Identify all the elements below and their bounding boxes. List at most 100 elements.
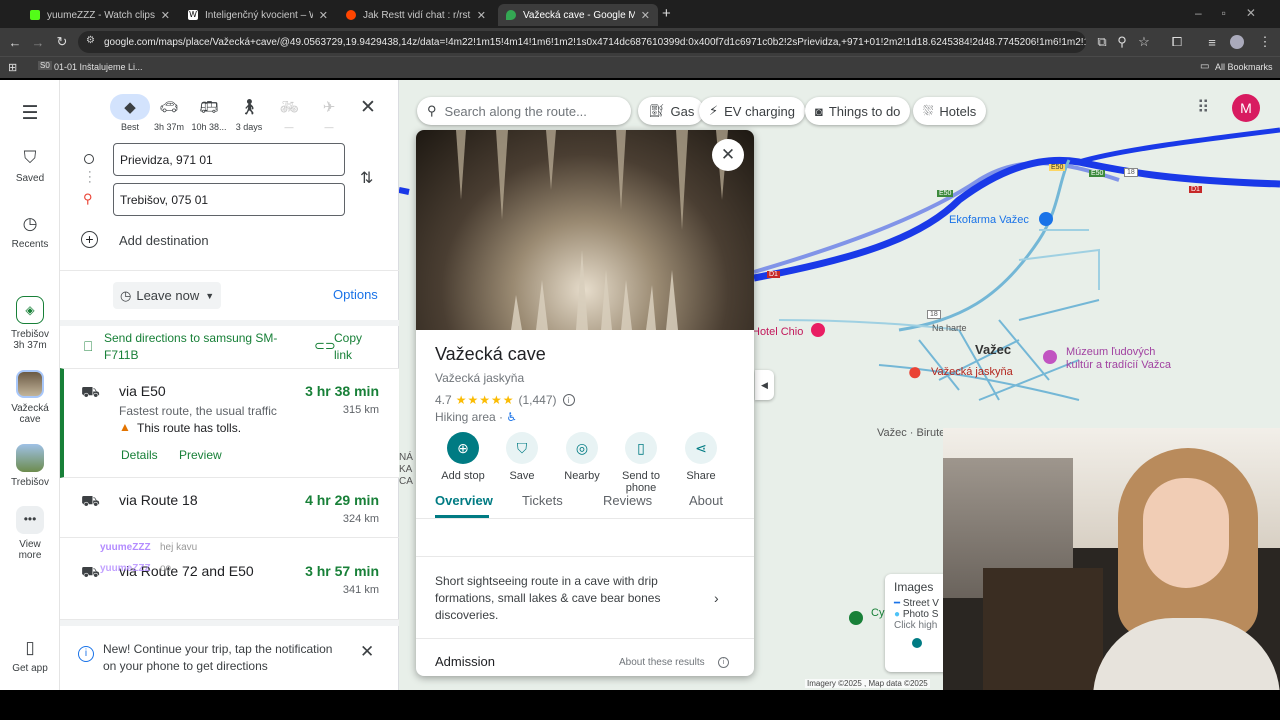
images-layer-panel[interactable]: Images ━ Street V ● Photo S Click high <box>885 574 945 672</box>
tab-tickets[interactable]: Tickets <box>522 493 563 508</box>
mode-transit[interactable]: 🚌︎ 10h 38... <box>189 94 229 132</box>
rail-view-more[interactable]: ••• View more <box>0 506 60 561</box>
apps-icon[interactable]: ⊞ <box>8 61 17 74</box>
swap-icon[interactable]: ⇅ <box>360 168 373 188</box>
rail-get-app[interactable]: ▯ Get app <box>0 638 60 674</box>
all-bookmarks[interactable]: All Bookmarks <box>1215 62 1273 72</box>
chip-gas[interactable]: ⛽︎ Gas <box>638 97 705 125</box>
bookmark-star-icon[interactable]: ☆ <box>1132 34 1156 50</box>
send-directions-link[interactable]: Send directions to samsung SM- F711B <box>104 330 277 364</box>
account-avatar[interactable]: M <box>1232 94 1260 122</box>
review-count[interactable]: (1,447) <box>518 393 556 407</box>
divider <box>60 320 399 326</box>
route-option[interactable]: ⛟ via Route 72 and E50 3 hr 57 min 341 k… <box>60 550 399 620</box>
google-apps-icon[interactable]: ⠿ <box>1197 98 1209 118</box>
map-label-jaskyna[interactable]: Važecká jaskyňa <box>931 366 1013 378</box>
address-bar[interactable]: ⚙ google.com/maps/place/Važecká+cave/@49… <box>78 31 1086 53</box>
close-card-icon[interactable]: ✕ <box>712 139 744 171</box>
close-tab-icon[interactable]: ✕ <box>319 9 328 22</box>
close-tab-icon[interactable]: ✕ <box>161 9 170 22</box>
chevron-down-icon: ▼ <box>205 290 215 301</box>
close-tab-icon[interactable]: ✕ <box>641 9 650 22</box>
close-tab-icon[interactable]: ✕ <box>477 9 486 22</box>
place-description[interactable]: Short sightseeing route in a cave with d… <box>435 573 705 624</box>
road-shield-e50: E50 <box>1089 170 1106 177</box>
rail-recent-trebisov-directions[interactable]: ◈ Trebišov 3h 37m <box>0 296 60 351</box>
mode-flight[interactable]: ✈︎ — <box>309 94 349 132</box>
nearby-button[interactable]: ◎ Nearby <box>552 432 612 482</box>
media-icon[interactable]: ≡ <box>1200 35 1224 50</box>
place-pin-icon[interactable]: ● <box>907 358 923 384</box>
map-label-hotel[interactable]: Hotel Chio <box>752 326 803 338</box>
route-title: via Route 18 <box>119 492 198 508</box>
rail-recent-trebisov[interactable]: Trebišov <box>0 444 60 488</box>
link-icon: ⊂⊃ <box>314 338 336 353</box>
route-preview-button[interactable]: Preview <box>179 448 222 462</box>
toggle-icon[interactable] <box>912 638 922 648</box>
map-label-ekofarma[interactable]: Ekofarma Važec <box>949 214 1029 226</box>
info-icon[interactable]: i <box>562 394 575 406</box>
add-destination-button[interactable]: Add destination <box>119 233 209 248</box>
tab-reddit[interactable]: Jak Restt vidí chat : r/rstHAHAH...✕ <box>338 4 494 26</box>
mode-driving[interactable]: 🚗︎ 3h 37m <box>149 94 189 132</box>
collapse-panel-button[interactable]: ◀ <box>755 370 774 400</box>
window-controls[interactable]: –▫✕ <box>1195 6 1276 20</box>
mode-best[interactable]: ◆ Best <box>110 94 150 132</box>
origin-input[interactable]: Prievidza, 971 01 <box>113 143 345 176</box>
menu-icon[interactable]: ⋮ <box>1253 34 1277 50</box>
chip-ev-charging[interactable]: ⚡︎ EV charging <box>699 97 805 125</box>
rail-saved[interactable]: ⛉ Saved <box>0 148 60 184</box>
cave-photo[interactable] <box>416 130 754 330</box>
send-to-phone-button[interactable]: ▯ Send to phone <box>611 432 671 494</box>
hamburger-menu[interactable]: ☰ <box>0 102 60 130</box>
car-icon: 🚗︎ <box>159 99 179 116</box>
hotel-marker-icon[interactable] <box>811 323 825 337</box>
destination-input[interactable]: Trebišov, 075 01 <box>113 183 345 216</box>
close-directions-icon[interactable]: ✕ <box>360 96 376 119</box>
museum-marker-icon[interactable] <box>1043 350 1057 364</box>
divider <box>60 270 399 271</box>
chevron-right-icon[interactable]: › <box>714 590 719 606</box>
map-label-muzeum-b[interactable]: kultúr a tradícií Važca <box>1066 359 1171 371</box>
tab-wikipedia[interactable]: WInteligenčný kvocient – Wikipé...✕ <box>180 4 336 26</box>
tab-overview[interactable]: Overview <box>435 493 493 508</box>
mode-cycling[interactable]: 🚲︎ — <box>269 94 309 132</box>
chip-hotels[interactable]: ⛆ Hotels <box>913 97 987 125</box>
tab-reviews[interactable]: Reviews <box>603 493 652 508</box>
map-label-muzeum[interactable]: Múzeum ľudových <box>1066 346 1155 358</box>
site-info-icon[interactable]: ⚙ <box>86 35 95 46</box>
route-option[interactable]: ⛟ via Route 18 4 hr 29 min 324 km <box>60 478 399 538</box>
rail-recents[interactable]: ◷ Recents <box>0 214 60 250</box>
profile-avatar[interactable] <box>1230 35 1244 49</box>
info-icon[interactable]: i <box>718 657 729 668</box>
about-results-link[interactable]: About these results <box>619 657 705 668</box>
add-stop-button[interactable]: ⊕ Add stop <box>433 432 493 482</box>
reload-icon[interactable]: ↻ <box>50 34 74 50</box>
tab-google-maps[interactable]: Važecká cave - Google Maps✕ <box>498 4 658 26</box>
rail-recent-vazecka-cave[interactable]: Važecká cave <box>0 370 60 425</box>
ekofarma-marker-icon[interactable] <box>1039 212 1053 226</box>
new-tab-button[interactable]: + <box>662 5 671 22</box>
extensions-icon[interactable]: ⧠ <box>1165 34 1189 50</box>
close-notice-icon[interactable]: ✕ <box>360 642 374 662</box>
copy-link-button[interactable]: Copy link <box>334 330 362 364</box>
forward-icon[interactable]: → <box>26 35 50 50</box>
route-option-selected[interactable]: ⛟ via E50 3 hr 38 min Fastest route, the… <box>60 368 399 478</box>
mode-walking[interactable]: 🚶︎ 3 days <box>229 94 269 132</box>
rating-value: 4.7 <box>435 393 452 407</box>
share-icon: ⋖ <box>685 432 717 464</box>
zoom-icon[interactable]: ⚲ <box>1110 34 1134 50</box>
tab-kick[interactable]: yuumeZZZ - Watch clips on Ki...✕ <box>22 4 178 26</box>
search-along-route-input[interactable]: ⚲ Search along the route... <box>417 97 631 125</box>
route-details-button[interactable]: Details <box>121 448 158 462</box>
options-button[interactable]: Options <box>333 287 378 302</box>
share-button[interactable]: ⋖ Share <box>671 432 731 482</box>
tab-about[interactable]: About <box>689 493 723 508</box>
save-button[interactable]: ⛉ Save <box>492 432 552 482</box>
back-icon[interactable]: ← <box>3 35 27 50</box>
leave-now-dropdown[interactable]: ◷ Leave now ▼ <box>113 282 221 309</box>
chip-things-to-do[interactable]: ◙ Things to do <box>805 97 911 125</box>
park-marker-icon[interactable] <box>849 611 863 625</box>
bookmark-item[interactable]: 01-01 Inštalujeme Li... <box>54 62 143 72</box>
route-title: via E50 <box>119 383 166 399</box>
